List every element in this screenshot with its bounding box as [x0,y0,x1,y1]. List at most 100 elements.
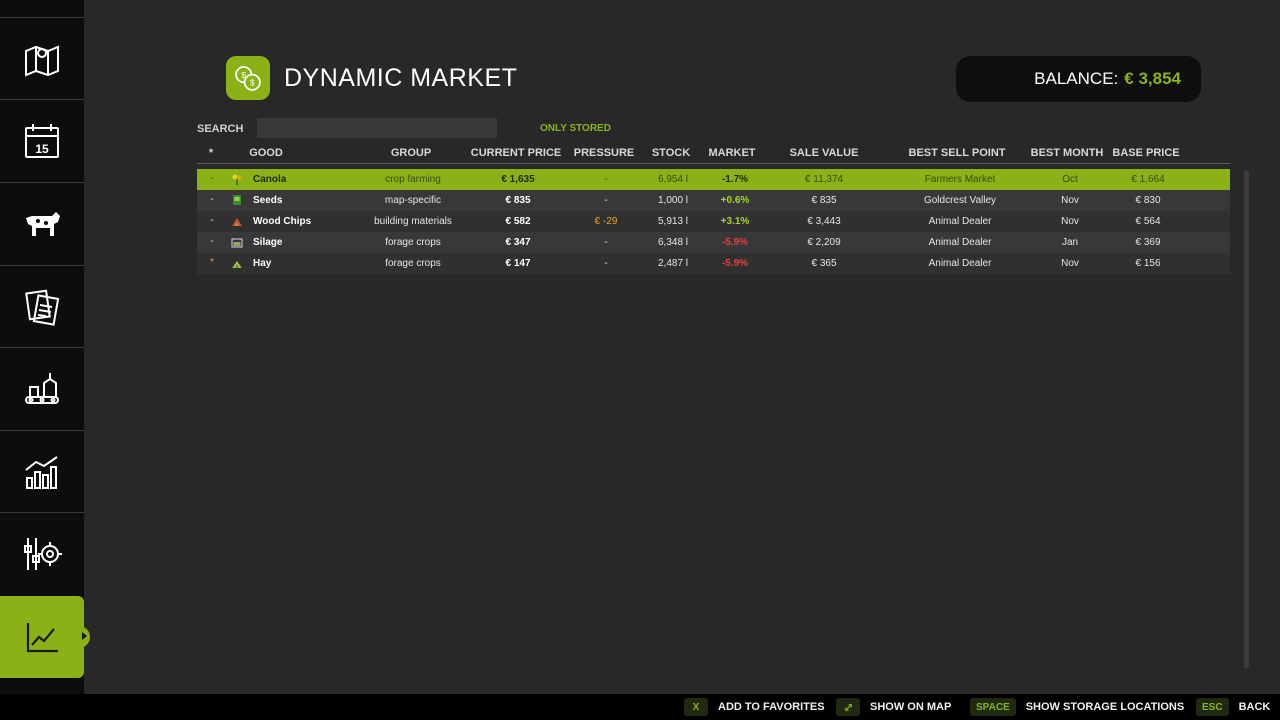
table-row[interactable]: - Seeds map-specific € 835 - 1,000 l +0.6% € 83… [197,190,1230,211]
good-name: Hay [253,258,272,269]
active-arrow-icon [82,632,87,640]
sidebar-item-statistics[interactable] [0,430,84,512]
cell-sell-point: Farmers Market [924,174,996,185]
svg-text:$: $ [241,70,246,80]
mouse-icon [836,698,860,716]
header-best-sell-point[interactable]: BEST SELL POINT [909,147,1006,159]
map-icon [25,45,59,76]
sidebar-item-animals[interactable] [0,182,84,264]
favorite-toggle[interactable]: - [210,236,213,247]
table-body: - Canola crop farming € 1,635 - 6,954 l -1.7% €… [197,169,1230,274]
cell-base: € 369 [1135,237,1161,248]
hint-show-storage-locations[interactable]: SPACE SHOW STORAGE LOCATIONS [970,698,1184,716]
cell-month: Nov [1061,195,1079,206]
search-input[interactable] [257,118,497,138]
production-icon [25,372,59,404]
bottom-bar: X ADD TO FAVORITES SHOW ON MAP SPACE SHO… [0,694,1280,720]
cell-pressure: - [604,258,608,269]
favorite-toggle[interactable]: - [210,173,213,184]
balance-label: BALANCE: [1034,69,1119,88]
balance-value: € 3,854 [1124,69,1181,88]
header-good[interactable]: GOOD [249,147,283,159]
cell-month: Jan [1061,237,1079,248]
page-title: DYNAMIC MARKET [284,63,518,92]
key-esc: ESC [1196,698,1229,716]
hint-add-to-favorites[interactable]: X ADD TO FAVORITES [684,698,825,716]
cell-stock: 5,913 l [657,216,689,227]
hint-show-on-map[interactable]: SHOW ON MAP [836,698,951,716]
settings-icon [24,537,62,570]
table-row[interactable]: - Canola crop farming € 1,635 - 6,954 l -1.7% €… [197,169,1230,190]
favorite-star-icon[interactable]: * [210,257,214,268]
calendar-day: 15 [35,142,49,156]
cell-market: -5.9% [721,237,749,248]
cell-sell-point: Animal Dealer [928,258,992,269]
table-row[interactable]: - Wood Chips building materials € 582 € -29 5… [197,211,1230,232]
hint-label: SHOW ON MAP [870,701,952,713]
sidebar-item-production[interactable] [0,347,84,429]
search-label: SEARCH [197,123,244,135]
scrollbar[interactable] [1244,170,1249,668]
cell-price: € 347 [505,237,531,248]
cell-group: map-specific [384,195,442,206]
key-space: SPACE [970,698,1016,716]
hint-label: ADD TO FAVORITES [718,701,825,713]
contracts-icon [25,289,60,326]
cell-market: +3.1% [720,216,750,227]
cell-sale-value: € 2,209 [807,237,841,248]
hint-back[interactable]: ESC BACK [1196,698,1270,716]
good-name: Wood Chips [253,216,312,227]
canola-icon [231,173,243,185]
only-stored-filter[interactable]: ONLY STORED [540,123,611,134]
table-row[interactable]: - Silage forage crops € 347 - 6,348 l -5.9% € 2… [197,232,1230,253]
svg-text:$: $ [250,78,255,88]
calendar-icon: 15 [25,123,59,158]
cell-month: Nov [1061,216,1079,227]
cow-icon [26,211,60,236]
sidebar-item-calendar[interactable]: 15 [0,99,84,181]
table-row[interactable]: * Hay forage crops € 147 - 2,487 l -5.9% € 365 A… [197,253,1230,274]
cell-group: building materials [374,216,452,227]
cell-base: € 830 [1135,195,1161,206]
sidebar: 15 [0,0,90,694]
cell-price: € 147 [505,258,531,269]
favorite-toggle[interactable]: - [210,215,213,226]
cell-sale-value: € 835 [811,195,837,206]
header-market[interactable]: MARKET [708,147,755,159]
header-group[interactable]: GROUP [391,147,431,159]
cell-stock: 2,487 l [657,258,689,269]
page-header: $ $ DYNAMIC MARKET [226,56,517,100]
table-header: * GOOD GROUP CURRENT PRICE PRESSURE STOC… [197,146,1230,164]
hint-label: BACK [1238,701,1271,713]
header-stock[interactable]: STOCK [652,147,690,159]
cell-price: € 835 [505,195,531,206]
cell-market: -1.7% [721,174,749,185]
cell-market: +0.6% [720,195,750,206]
favorite-toggle[interactable]: - [210,194,213,205]
cell-stock: 6,954 l [657,174,689,185]
sidebar-item-contracts[interactable] [0,265,84,347]
coins-icon: $ $ [226,56,270,100]
good-name: Seeds [253,195,283,206]
cell-pressure: - [604,195,608,206]
cell-sale-value: € 3,443 [807,216,841,227]
cell-sell-point: Goldcrest Valley [923,195,997,206]
cell-price: € 582 [505,216,531,227]
cell-month: Nov [1061,258,1079,269]
sidebar-item-settings[interactable] [0,512,84,594]
header-favorite[interactable]: * [209,147,213,159]
cell-market: -5.9% [721,258,749,269]
cell-group: forage crops [385,258,441,269]
cell-sale-value: € 365 [811,258,837,269]
header-base-price[interactable]: BASE PRICE [1112,147,1179,159]
price-chart-icon [26,623,58,653]
sidebar-item-map[interactable] [0,17,84,99]
hint-label: SHOW STORAGE LOCATIONS [1025,701,1185,713]
header-sale-value[interactable]: SALE VALUE [790,147,859,159]
header-current-price[interactable]: CURRENT PRICE [471,147,561,159]
cell-base: € 564 [1135,216,1161,227]
cell-base: € 1,664 [1131,174,1165,185]
sidebar-item-dynamic-market[interactable] [0,596,90,678]
header-pressure[interactable]: PRESSURE [574,147,635,159]
header-best-month[interactable]: BEST MONTH [1031,147,1104,159]
